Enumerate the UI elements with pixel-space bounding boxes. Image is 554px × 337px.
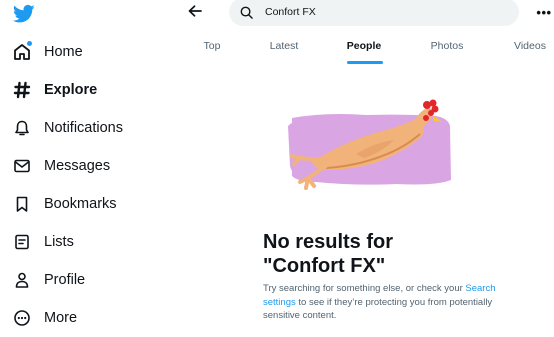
search-icon [240, 5, 254, 19]
empty-state-title: No results for "Confort FX" [263, 231, 394, 277]
arrow-left-icon [188, 4, 202, 22]
bell-icon [12, 118, 32, 138]
nav-explore-label: Explore [44, 82, 98, 98]
envelope-icon [12, 156, 32, 176]
nav-explore[interactable]: Explore [12, 75, 97, 105]
tab-photos[interactable]: Photos [425, 36, 469, 66]
active-tab-indicator [347, 61, 383, 64]
tab-videos[interactable]: Videos [508, 36, 552, 66]
tab-latest[interactable]: Latest [264, 36, 304, 66]
search-value: Confort FX [265, 6, 316, 18]
search-input[interactable]: Confort FX [229, 0, 519, 26]
nav-messages-label: Messages [44, 158, 111, 174]
nav-lists-label: Lists [44, 234, 74, 250]
nav-bookmarks[interactable]: Bookmarks [12, 189, 117, 219]
nav-lists[interactable]: Lists [12, 227, 74, 257]
hashtag-icon [12, 80, 32, 100]
nav-bookmarks-label: Bookmarks [44, 196, 117, 212]
rubber-chicken-illustration [286, 96, 456, 200]
bookmark-icon [12, 194, 32, 214]
nav-profile[interactable]: Profile [12, 265, 85, 295]
tab-top[interactable]: Top [192, 36, 232, 66]
nav-home-label: Home [44, 44, 83, 60]
nav-messages[interactable]: Messages [12, 151, 110, 181]
more-options-button[interactable]: ••• [534, 4, 554, 20]
nav-home[interactable]: Home [12, 37, 83, 67]
more-circle-icon [12, 308, 32, 328]
list-icon [12, 232, 32, 252]
nav-more-label: More [44, 310, 78, 326]
nav-notifications-label: Notifications [44, 120, 123, 136]
notification-dot [27, 41, 32, 46]
sidebar: Home Explore Notifications Messages Book… [0, 0, 175, 337]
back-button[interactable] [183, 2, 207, 24]
ellipsis-icon: ••• [536, 4, 552, 20]
nav-more[interactable]: More [12, 303, 77, 333]
twitter-bird-icon[interactable] [12, 4, 35, 24]
empty-state-body: Try searching for something else, or che… [263, 283, 496, 321]
person-icon [12, 270, 32, 290]
home-icon [12, 41, 32, 62]
nav-notifications[interactable]: Notifications [12, 113, 123, 143]
nav-profile-label: Profile [44, 272, 86, 288]
